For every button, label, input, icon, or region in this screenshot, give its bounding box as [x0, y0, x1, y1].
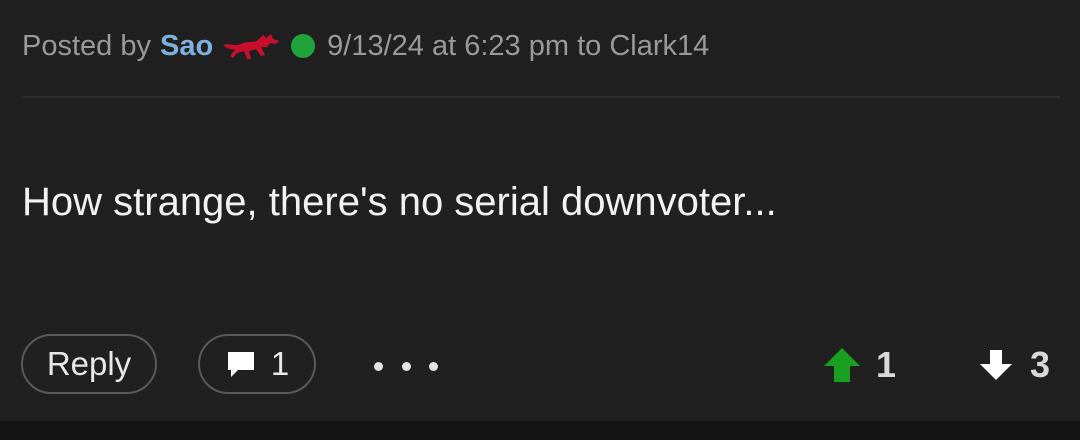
post-body: How strange, there's no serial downvoter…	[22, 180, 777, 224]
comment-count: 1	[270, 345, 290, 382]
upvote-button[interactable]: 1	[822, 340, 896, 390]
header-divider	[22, 96, 1060, 98]
post-actions: Reply 1 1 3	[0, 334, 1080, 400]
author-name[interactable]: Sao	[160, 30, 213, 63]
post-timestamp: 9/13/24 at 6:23 pm to Clark14	[327, 29, 710, 62]
downvote-button[interactable]: 3	[978, 340, 1050, 390]
comment-icon	[227, 352, 254, 377]
mustang-logo-icon	[221, 31, 281, 61]
reply-button-label: Reply	[46, 345, 132, 382]
post-meta: Posted by Sao 9/13/24 at 6:23 pm to Clar…	[22, 26, 709, 66]
bottom-strip	[0, 421, 1080, 440]
upvote-count: 1	[876, 344, 897, 385]
comments-button[interactable]: 1	[198, 334, 316, 394]
forum-post: Posted by Sao 9/13/24 at 6:23 pm to Clar…	[0, 0, 1080, 421]
online-status-icon	[291, 34, 316, 58]
reply-button[interactable]: Reply	[21, 334, 157, 394]
ellipsis-icon[interactable]	[374, 354, 438, 378]
posted-by-label: Posted by	[22, 29, 151, 62]
arrow-up-icon	[824, 348, 860, 382]
arrow-down-icon	[980, 350, 1012, 380]
downvote-count: 3	[1030, 344, 1051, 385]
